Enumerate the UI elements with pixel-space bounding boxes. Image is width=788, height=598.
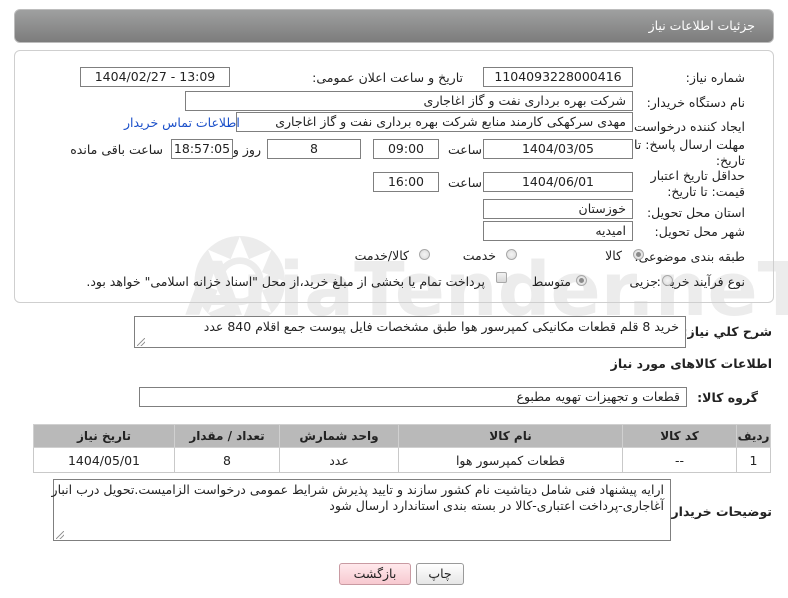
process-option-minor: جزیی [629,274,658,289]
city-label: شهر محل تحویل: [654,224,745,239]
resize-grip-icon [137,338,145,346]
creator-label: ایجاد کننده درخواست: [629,119,745,134]
category-radio-goods-service[interactable] [419,249,430,260]
buyer-org-label: نام دستگاه خریدار: [646,95,745,110]
resize-grip-icon [56,531,64,539]
print-button[interactable]: چاپ [416,563,464,585]
category-option-goods-service: کالا/خدمت [354,248,409,263]
table-row: 1 -- قطعات کمپرسور هوا عدد 8 1404/05/01 [33,447,771,473]
cell-item-code: -- [622,447,737,473]
province-field: خوزستان [483,199,633,219]
col-item-name: نام کالا [398,424,623,448]
col-need-date: تاریخ نیاز [33,424,175,448]
items-table: ردیف کد کالا نام کالا واحد شمارش تعداد /… [33,424,771,473]
goods-info-title: اطلاعات کالاهای مورد نیاز [610,356,772,371]
deadline-label: مهلت ارسال پاسخ: تا تاریخ: [634,137,745,168]
announce-label: تاریخ و ساعت اعلان عمومی: [312,70,463,85]
col-unit: واحد شمارش [279,424,399,448]
goods-group-field: قطعات و تجهیزات تهویه مطبوع [139,387,687,407]
buyer-notes-label: توضیحات خریدار: [666,504,772,519]
need-number-label: شماره نیاز: [685,70,745,85]
header-bar: جزئیات اطلاعات نیاز [14,9,774,43]
validity-date-field: 1404/06/01 [483,172,633,192]
process-radio-minor[interactable] [662,275,673,286]
cell-quantity: 8 [174,447,280,473]
buyer-org-field: شرکت بهره برداری نفت و گاز اغاجاری [185,91,633,111]
buyer-notes-line-2: آغاجاری-پرداخت اعتباری-کالا در بسته بندی… [329,498,664,513]
creator-field: مهدی سرکهکی کارمند منابع شرکت بهره بردار… [236,112,633,132]
contact-buyer-link[interactable]: اطلاعات تماس خریدار [124,115,240,130]
goods-group-label: گروه کالا: [697,390,758,405]
validity-label: حداقل تاریخ اعتبار قیمت: تا تاریخ: [650,168,745,199]
remaining-time-field: 18:57:05 [171,139,233,159]
category-radio-goods[interactable] [633,249,644,260]
deadline-time-label: ساعت [447,142,482,157]
description-textarea: خرید 8 قلم قطعات مکانیکی کمپرسور هوا طبق… [134,316,686,348]
table-header-row: ردیف کد کالا نام کالا واحد شمارش تعداد /… [33,424,771,448]
payment-note: پرداخت تمام یا بخشی از مبلغ خرید،از محل … [86,274,485,289]
treasury-checkbox[interactable] [496,272,507,283]
need-number-field: 1104093228000416 [483,67,633,87]
category-radio-service[interactable] [506,249,517,260]
page-title: جزئیات اطلاعات نیاز [648,18,755,33]
cell-item-name: قطعات کمپرسور هوا [398,447,623,473]
province-label: استان محل تحویل: [646,205,745,220]
buyer-notes-textarea: ارایه پیشنهاد فنی شامل دیتاشیت نام کشور … [51,479,671,541]
cell-need-date: 1404/05/01 [33,447,175,473]
description-label: شرح کلي نياز: [682,324,772,339]
category-option-service: خدمت [462,248,496,263]
validity-time-label: ساعت [447,175,482,190]
cell-row-number: 1 [736,447,771,473]
deadline-time-field: 09:00 [373,139,439,159]
category-label: طبقه بندی موضوعی: [634,249,745,264]
validity-time-field: 16:00 [373,172,439,192]
process-radio-medium[interactable] [576,275,587,286]
page: ❂ AriaTender.neT جزئیات اطلاعات نیاز شما… [0,0,788,598]
process-option-medium: متوسط [531,274,571,289]
cell-unit: عدد [279,447,399,473]
category-option-goods: کالا [605,248,622,263]
col-item-code: کد کالا [622,424,737,448]
city-field: امیدیه [483,221,633,241]
remaining-time-label: ساعت باقی مانده [70,142,163,157]
buyer-notes-line-1: ارایه پیشنهاد فنی شامل دیتاشیت نام کشور … [51,482,664,497]
back-button[interactable]: بازگشت [339,563,411,585]
days-field: 8 [267,139,361,159]
col-row-number: ردیف [736,424,771,448]
deadline-date-field: 1404/03/05 [483,139,633,159]
col-quantity: تعداد / مقدار [174,424,280,448]
description-text: خرید 8 قلم قطعات مکانیکی کمپرسور هوا طبق… [203,319,679,334]
days-label: روز و [232,142,261,157]
announce-field: 1404/02/27 - 13:09 [80,67,230,87]
